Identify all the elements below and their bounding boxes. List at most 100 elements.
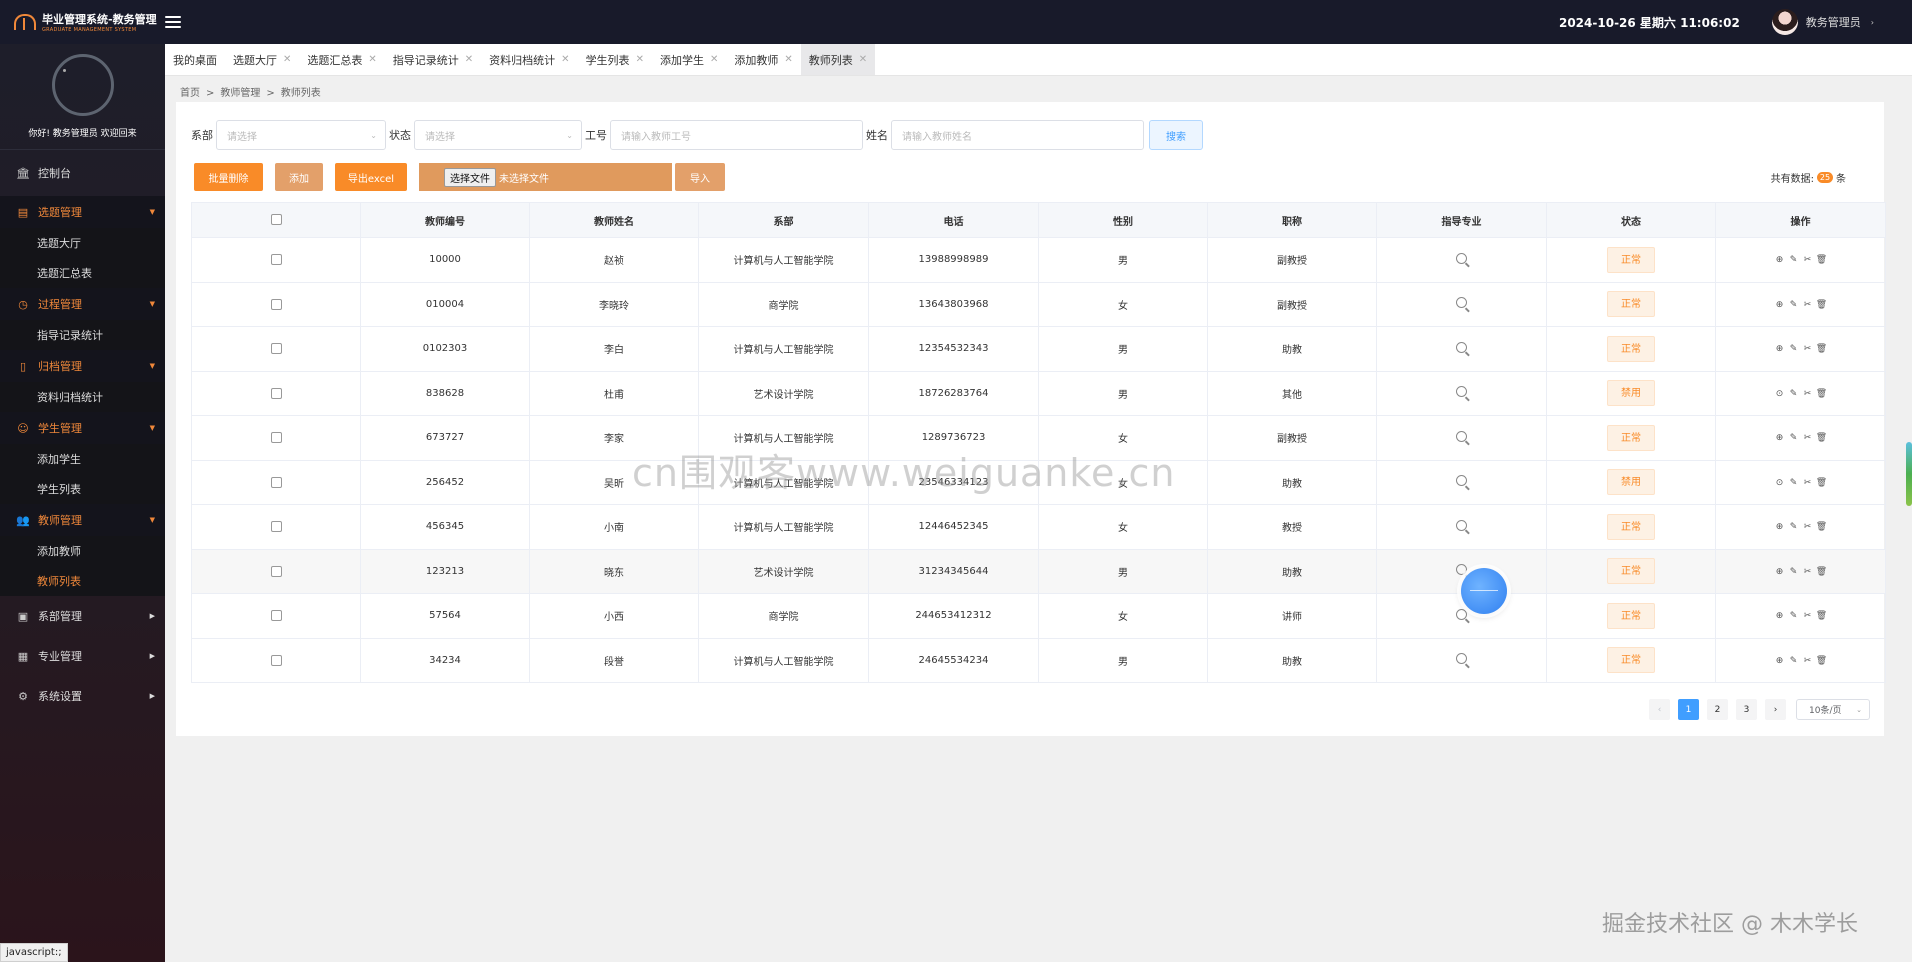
close-icon[interactable]: ✕: [561, 54, 569, 65]
next-page-button[interactable]: ›: [1765, 699, 1786, 720]
sidebar-item-topics[interactable]: ▤ 选题管理 ▼: [0, 196, 165, 228]
toggle-status-icon[interactable]: ⊕: [1774, 344, 1786, 354]
edit-icon[interactable]: ✎: [1788, 478, 1800, 488]
reset-icon[interactable]: ✂: [1802, 522, 1814, 532]
sidebar-item-students[interactable]: ☺ 学生管理 ▼: [0, 412, 165, 444]
edit-icon[interactable]: ✎: [1788, 433, 1800, 443]
sidebar-sub-topic-summary[interactable]: 选题汇总表: [0, 258, 165, 288]
sidebar-item-majors[interactable]: ▦ 专业管理 ▶: [0, 636, 165, 676]
teacher-id-input[interactable]: 请输入教师工号: [610, 120, 863, 150]
row-checkbox[interactable]: [270, 343, 282, 354]
page-size-select[interactable]: 10条/页 ⌄: [1796, 699, 1870, 720]
row-checkbox[interactable]: [270, 387, 282, 399]
reset-icon[interactable]: ✂: [1802, 478, 1814, 488]
search-icon[interactable]: [1456, 653, 1467, 665]
tab-add-student[interactable]: 添加学生 ✕: [652, 44, 726, 75]
sidebar-sub-topic-hall[interactable]: 选题大厅: [0, 228, 165, 258]
delete-icon[interactable]: 🗑: [1816, 300, 1828, 310]
row-checkbox[interactable]: [270, 565, 282, 577]
close-icon[interactable]: ✕: [859, 54, 867, 65]
delete-icon[interactable]: 🗑: [1816, 567, 1828, 577]
edit-icon[interactable]: ✎: [1788, 300, 1800, 310]
toggle-status-icon[interactable]: ⊙: [1774, 389, 1786, 399]
reset-icon[interactable]: ✂: [1802, 433, 1814, 443]
sidebar-sub-add-student[interactable]: 添加学生: [0, 444, 165, 474]
sidebar-sub-archive-stats[interactable]: 资料归档统计: [0, 382, 165, 412]
tab-archive-stats[interactable]: 资料归档统计 ✕: [481, 44, 577, 75]
prev-page-button[interactable]: ‹: [1649, 699, 1670, 720]
row-checkbox[interactable]: [270, 521, 282, 532]
import-button[interactable]: 导入: [675, 163, 725, 191]
teacher-name-input[interactable]: 请输入教师姓名: [891, 120, 1144, 150]
sidebar-item-archive[interactable]: ▯ 归档管理 ▼: [0, 350, 165, 382]
delete-icon[interactable]: 🗑: [1816, 255, 1828, 265]
select-all-checkbox[interactable]: [270, 214, 282, 226]
delete-icon[interactable]: 🗑: [1816, 522, 1828, 532]
menu-toggle-icon[interactable]: [165, 16, 181, 28]
reset-icon[interactable]: ✂: [1802, 656, 1814, 666]
delete-icon[interactable]: 🗑: [1816, 656, 1828, 666]
reset-icon[interactable]: ✂: [1802, 300, 1814, 310]
sidebar-sub-teacher-list[interactable]: 教师列表: [0, 566, 165, 596]
close-icon[interactable]: ✕: [636, 54, 644, 65]
row-checkbox[interactable]: [270, 476, 282, 488]
breadcrumb-teacher-mgmt[interactable]: 教师管理: [220, 88, 260, 99]
reset-icon[interactable]: ✂: [1802, 389, 1814, 399]
edit-icon[interactable]: ✎: [1788, 611, 1800, 621]
reset-icon[interactable]: ✂: [1802, 344, 1814, 354]
tab-topic-hall[interactable]: 选题大厅 ✕: [225, 44, 299, 75]
delete-icon[interactable]: 🗑: [1816, 344, 1828, 354]
search-icon[interactable]: [1456, 386, 1467, 398]
close-icon[interactable]: ✕: [465, 54, 473, 65]
toggle-status-icon[interactable]: ⊕: [1774, 611, 1786, 621]
dept-select[interactable]: 请选择 ⌄: [216, 120, 386, 150]
search-icon[interactable]: [1456, 341, 1467, 353]
add-button[interactable]: 添加: [275, 163, 323, 191]
tab-guide-stats[interactable]: 指导记录统计 ✕: [385, 44, 481, 75]
tab-add-teacher[interactable]: 添加教师 ✕: [726, 44, 800, 75]
row-checkbox[interactable]: [270, 298, 282, 310]
avatar[interactable]: [1771, 9, 1798, 35]
edit-icon[interactable]: ✎: [1788, 567, 1800, 577]
edit-icon[interactable]: ✎: [1788, 656, 1800, 666]
search-icon[interactable]: [1456, 608, 1467, 620]
sidebar-sub-add-teacher[interactable]: 添加教师: [0, 536, 165, 566]
delete-icon[interactable]: 🗑: [1816, 611, 1828, 621]
reset-icon[interactable]: ✂: [1802, 567, 1814, 577]
row-checkbox[interactable]: [270, 654, 282, 666]
toggle-status-icon[interactable]: ⊕: [1774, 522, 1786, 532]
delete-icon[interactable]: 🗑: [1816, 478, 1828, 488]
tab-desktop[interactable]: 我的桌面: [165, 44, 225, 75]
toggle-status-icon[interactable]: ⊕: [1774, 300, 1786, 310]
search-icon[interactable]: [1456, 430, 1467, 442]
tab-topic-summary[interactable]: 选题汇总表 ✕: [299, 44, 384, 75]
toggle-status-icon[interactable]: ⊕: [1774, 567, 1786, 577]
sidebar-item-dashboard[interactable]: 🏛 控制台: [0, 150, 165, 196]
row-checkbox[interactable]: [270, 610, 282, 621]
sidebar-sub-guide-stats[interactable]: 指导记录统计: [0, 320, 165, 350]
close-icon[interactable]: ✕: [283, 54, 291, 65]
breadcrumb-home[interactable]: 首页: [180, 88, 200, 99]
choose-file-button[interactable]: 选择文件: [444, 167, 496, 187]
side-scroll-handle[interactable]: [1906, 442, 1912, 506]
chevron-right-icon[interactable]: ›: [1871, 18, 1874, 27]
search-icon[interactable]: [1456, 475, 1467, 487]
row-checkbox[interactable]: [270, 254, 282, 265]
sidebar-item-process[interactable]: ◷ 过程管理 ▼: [0, 288, 165, 320]
delete-icon[interactable]: 🗑: [1816, 389, 1828, 399]
row-checkbox[interactable]: [270, 432, 282, 443]
toggle-status-icon[interactable]: ⊕: [1774, 656, 1786, 666]
close-icon[interactable]: ✕: [784, 54, 792, 65]
toggle-status-icon[interactable]: ⊙: [1774, 478, 1786, 488]
status-select[interactable]: 请选择 ⌄: [414, 120, 582, 150]
floating-assistant-button[interactable]: [1461, 568, 1507, 614]
sidebar-item-teachers[interactable]: 👥 教师管理 ▼: [0, 504, 165, 536]
batch-delete-button[interactable]: 批量删除: [194, 163, 263, 191]
search-icon[interactable]: [1456, 252, 1467, 264]
edit-icon[interactable]: ✎: [1788, 522, 1800, 532]
search-icon[interactable]: [1456, 564, 1467, 576]
toggle-status-icon[interactable]: ⊕: [1774, 433, 1786, 443]
page-1-button[interactable]: 1: [1678, 699, 1699, 720]
edit-icon[interactable]: ✎: [1788, 344, 1800, 354]
edit-icon[interactable]: ✎: [1788, 389, 1800, 399]
